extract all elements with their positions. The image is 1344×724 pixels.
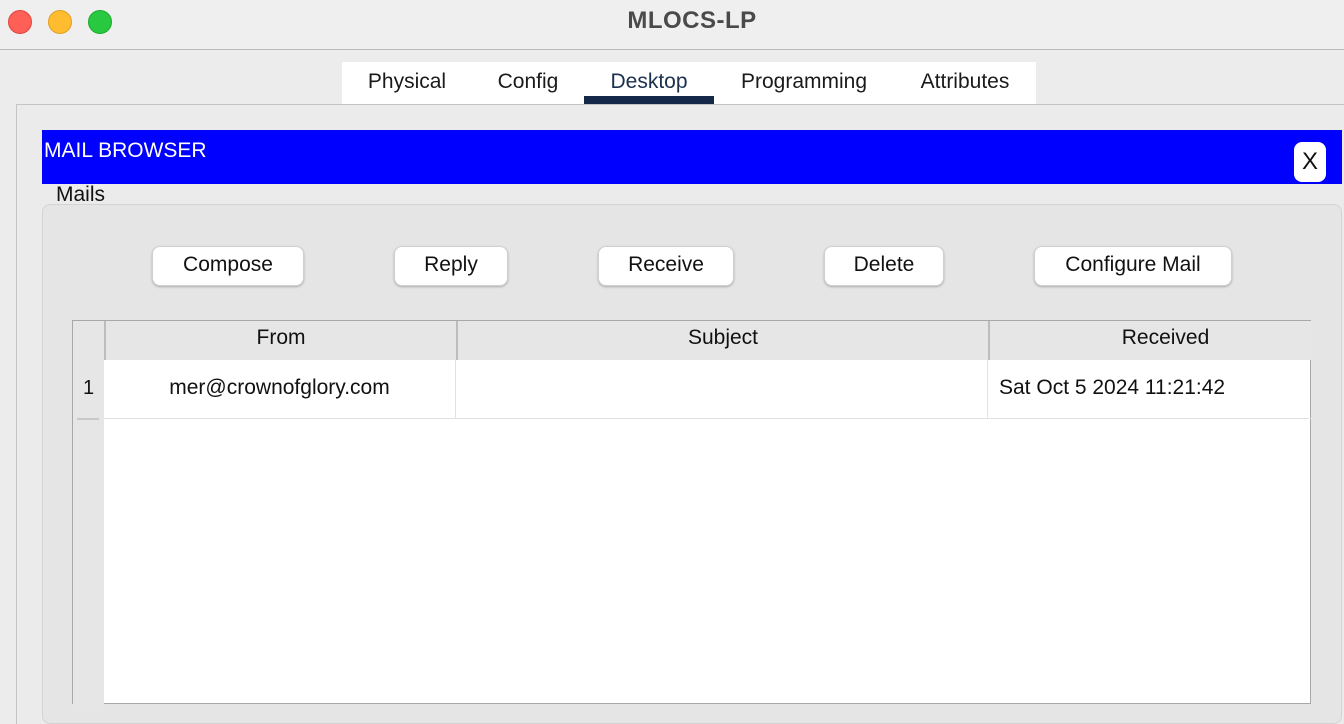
cell-from[interactable]: mer@crownofglory.com [104, 360, 456, 418]
cell-subject[interactable] [456, 360, 988, 418]
mail-table: From Subject Received 1 mer@crownofglory… [72, 320, 1311, 705]
tab-programming[interactable]: Programming [714, 62, 894, 104]
tab-attributes[interactable]: Attributes [894, 62, 1036, 104]
column-header-received[interactable]: Received [988, 321, 1341, 360]
tab-config[interactable]: Config [472, 62, 584, 104]
mails-group-label: Mails [56, 183, 106, 206]
table-row[interactable]: mer@crownofglory.com Sat Oct 5 2024 11:2… [104, 360, 1311, 419]
close-button[interactable]: X [1294, 142, 1326, 182]
mail-browser-header: MAIL BROWSER X [42, 130, 1342, 184]
configure-mail-button[interactable]: Configure Mail [1034, 246, 1232, 286]
row-number-divider [77, 418, 99, 420]
table-header-row: From Subject Received [104, 321, 1311, 360]
window-title: MLOCS-LP [627, 7, 757, 34]
tab-bar: Physical Config Desktop Programming Attr… [342, 62, 1036, 104]
receive-button[interactable]: Receive [598, 246, 734, 286]
compose-button[interactable]: Compose [152, 246, 304, 286]
mail-browser-title: MAIL BROWSER [44, 139, 207, 162]
column-header-from[interactable]: From [104, 321, 456, 360]
tab-desktop[interactable]: Desktop [584, 62, 714, 104]
tab-physical[interactable]: Physical [342, 62, 472, 104]
reply-button[interactable]: Reply [394, 246, 508, 286]
delete-button[interactable]: Delete [824, 246, 944, 286]
row-number: 1 [82, 377, 95, 399]
window-titlebar: MLOCS-LP [0, 0, 1344, 50]
column-header-subject[interactable]: Subject [456, 321, 988, 360]
cell-received[interactable]: Sat Oct 5 2024 11:21:42 [988, 360, 1311, 418]
